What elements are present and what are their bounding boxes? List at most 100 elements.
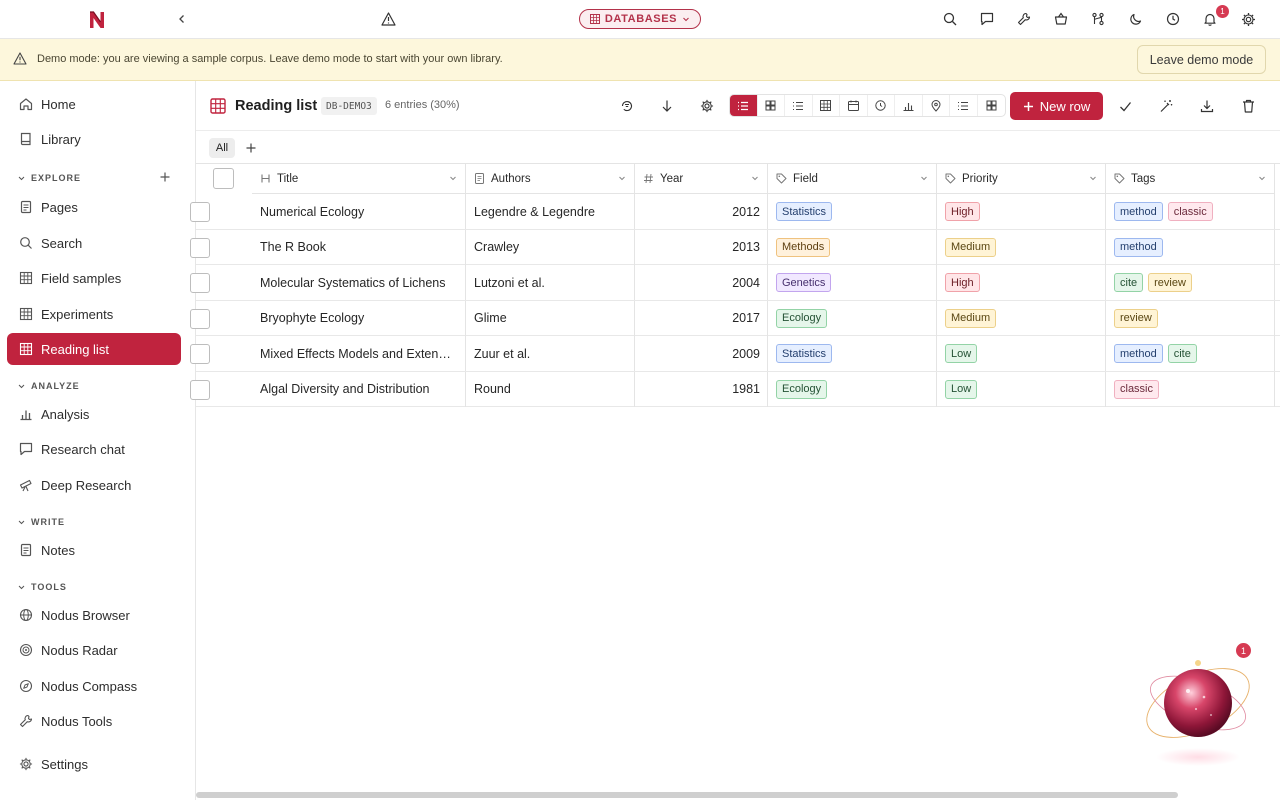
cell-tags[interactable]: classic	[1106, 371, 1275, 407]
row-checkbox[interactable]	[190, 379, 210, 400]
row-checkbox[interactable]	[190, 237, 210, 258]
cell-authors[interactable]: Glime	[466, 300, 635, 336]
sidebar-item-home[interactable]: Home	[7, 88, 181, 120]
cell-title[interactable]: Numerical Ecology	[252, 194, 466, 229]
cell-year[interactable]: 1981	[635, 371, 768, 407]
cell-authors[interactable]: Zuur et al.	[466, 336, 635, 371]
moon-icon[interactable]	[1126, 9, 1146, 29]
cell-field[interactable]: Statistics	[768, 336, 937, 371]
table-row[interactable]: Mixed Effects Models and Exten… Zuur et a…	[190, 336, 1280, 372]
cell-authors[interactable]: Round	[466, 371, 635, 407]
chart-view-icon[interactable]	[895, 95, 923, 116]
sidebar-item-deep-research[interactable]: Deep Research	[7, 469, 181, 501]
app-logo[interactable]	[86, 9, 108, 31]
cell-year[interactable]: 2017	[635, 300, 768, 336]
column-header-field[interactable]: Field	[768, 164, 937, 194]
sidebar-item-pages[interactable]: Pages	[7, 191, 181, 223]
cell-tags[interactable]: method	[1106, 229, 1275, 265]
cell-title[interactable]: Bryophyte Ecology	[252, 300, 466, 336]
magic-wand-icon[interactable]	[1156, 96, 1176, 116]
check-icon[interactable]	[1115, 96, 1135, 116]
filter-icon[interactable]	[617, 96, 637, 116]
cell-priority[interactable]: High	[937, 265, 1106, 300]
select-all-checkbox[interactable]	[213, 168, 234, 189]
cell-year[interactable]: 2009	[635, 336, 768, 371]
tab-all[interactable]: All	[209, 138, 235, 158]
table-row[interactable]: Bryophyte Ecology Glime 2017 Ecology Medium r…	[190, 300, 1280, 336]
section-explore[interactable]: EXPLORE	[18, 173, 81, 183]
databases-switcher[interactable]: DATABASES	[579, 9, 701, 29]
sidebar-item-analysis[interactable]: Analysis	[7, 398, 181, 430]
sidebar-item-settings[interactable]: Settings	[7, 748, 181, 780]
row-checkbox[interactable]	[190, 273, 210, 293]
add-icon[interactable]	[158, 170, 172, 184]
column-header-priority[interactable]: Priority	[937, 164, 1106, 194]
cell-priority[interactable]: Medium	[937, 300, 1106, 336]
horizontal-scrollbar[interactable]	[196, 792, 1178, 798]
cell-title[interactable]: Algal Diversity and Distribution	[252, 371, 466, 407]
cell-field[interactable]: Genetics	[768, 265, 937, 300]
column-header-year[interactable]: Year	[635, 164, 768, 194]
sidebar-item-nodus-compass[interactable]: Nodus Compass	[7, 670, 181, 702]
gear-icon[interactable]	[697, 96, 717, 116]
cell-priority[interactable]: High	[937, 194, 1106, 229]
trash-icon[interactable]	[1238, 96, 1258, 116]
timeline-view-icon[interactable]	[868, 95, 895, 116]
assistant-orb[interactable]	[1142, 645, 1258, 770]
cell-field[interactable]: Methods	[768, 229, 937, 265]
sidebar-item-search[interactable]: Search	[7, 227, 181, 259]
cell-tags[interactable]: method classic	[1106, 194, 1275, 229]
leave-demo-mode-button[interactable]: Leave demo mode	[1137, 45, 1266, 74]
add-view-icon[interactable]	[244, 141, 258, 155]
section-analyze[interactable]: ANALYZE	[18, 381, 80, 391]
cell-authors[interactable]: Lutzoni et al.	[466, 265, 635, 300]
column-header-authors[interactable]: Authors	[466, 164, 635, 194]
sidebar-item-research-chat[interactable]: Research chat	[7, 433, 181, 465]
checklist-view-icon[interactable]	[950, 95, 978, 116]
outline-view-icon[interactable]	[785, 95, 813, 116]
sidebar-item-experiments[interactable]: Experiments	[7, 298, 181, 330]
column-header-tags[interactable]: Tags	[1106, 164, 1275, 194]
sidebar-item-field-samples[interactable]: Field samples	[7, 262, 181, 294]
wrench-icon[interactable]	[1014, 9, 1034, 29]
sidebar-item-nodus-browser[interactable]: Nodus Browser	[7, 599, 181, 631]
warning-icon[interactable]	[378, 9, 398, 29]
cell-title[interactable]: The R Book	[252, 229, 466, 265]
cell-field[interactable]: Statistics	[768, 194, 937, 229]
cell-tags[interactable]: method cite	[1106, 336, 1275, 371]
table-row[interactable]: The R Book Crawley 2013 Methods Medium method	[190, 229, 1280, 265]
list-view-icon[interactable]	[730, 95, 758, 116]
cell-year[interactable]: 2012	[635, 194, 768, 229]
gallery-view-icon[interactable]	[758, 95, 785, 116]
cell-priority[interactable]: Medium	[937, 229, 1106, 265]
cell-tags[interactable]: cite review	[1106, 265, 1275, 300]
cell-priority[interactable]: Low	[937, 371, 1106, 407]
cell-field[interactable]: Ecology	[768, 371, 937, 407]
sidebar-item-reading-list[interactable]: Reading list	[7, 333, 181, 365]
collapse-sidebar-icon[interactable]	[172, 9, 192, 29]
sidebar-item-nodus-radar[interactable]: Nodus Radar	[7, 634, 181, 666]
table-row[interactable]: Numerical Ecology Legendre & Legendre 2012…	[190, 194, 1280, 230]
table-row[interactable]: Molecular Systematics of Lichens Lutzoni …	[190, 265, 1280, 301]
chat-icon[interactable]	[977, 9, 997, 29]
git-branch-icon[interactable]	[1088, 9, 1108, 29]
basket-icon[interactable]	[1051, 9, 1071, 29]
download-icon[interactable]	[1197, 96, 1217, 116]
search-icon[interactable]	[940, 9, 960, 29]
table-view-icon[interactable]	[813, 95, 840, 116]
section-write[interactable]: WRITE	[18, 517, 65, 527]
cell-authors[interactable]: Crawley	[466, 229, 635, 265]
cell-year[interactable]: 2004	[635, 265, 768, 300]
new-row-button[interactable]: New row	[1010, 92, 1103, 120]
row-checkbox[interactable]	[190, 202, 210, 222]
cell-tags[interactable]: review	[1106, 300, 1275, 336]
cell-priority[interactable]: Low	[937, 336, 1106, 371]
cell-year[interactable]: 2013	[635, 229, 768, 265]
sidebar-item-notes[interactable]: Notes	[7, 534, 181, 566]
calendar-view-icon[interactable]	[840, 95, 868, 116]
column-header-title[interactable]: Title	[252, 164, 466, 194]
sidebar-item-nodus-tools[interactable]: Nodus Tools	[7, 705, 181, 737]
section-tools[interactable]: TOOLS	[18, 582, 67, 592]
cell-field[interactable]: Ecology	[768, 300, 937, 336]
clock-icon[interactable]	[1163, 9, 1183, 29]
